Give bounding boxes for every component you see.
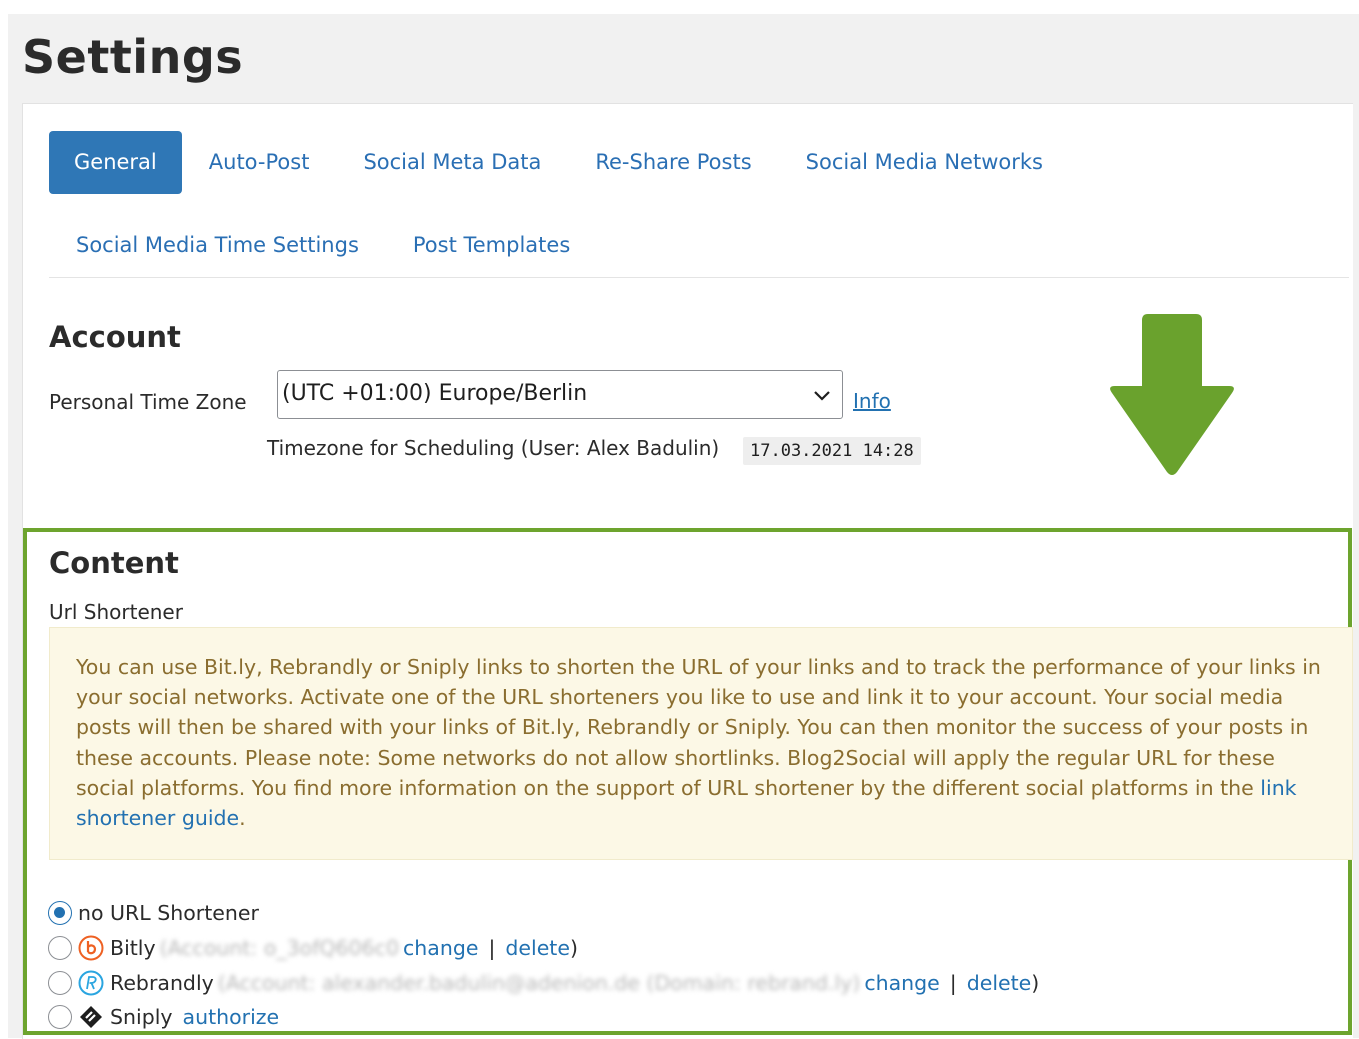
sniply-icon: [80, 1006, 102, 1028]
timezone-select-value: (UTC +01:00) Europe/Berlin: [282, 381, 588, 406]
rebrandly-delete-link[interactable]: delete: [967, 971, 1032, 995]
page-title: Settings: [22, 30, 244, 84]
separator: |: [949, 971, 957, 995]
radio-rebrandly[interactable]: [48, 971, 72, 995]
arrow-down-icon: [1110, 314, 1234, 475]
option-bitly[interactable]: Bitly (Account: o_3ofQ606c0 change | del…: [48, 935, 578, 961]
content-heading: Content: [49, 546, 179, 580]
closing-paren: ): [569, 936, 578, 960]
rebrandly-account: (Account: alexander.badulin@adenion.de (…: [217, 971, 861, 995]
tab-divider: [49, 277, 1349, 278]
scheduling-time: 17.03.2021 14:28: [743, 437, 921, 465]
option-label: Sniply: [110, 1005, 173, 1029]
sniply-authorize-link[interactable]: authorize: [183, 1005, 280, 1029]
account-heading: Account: [49, 320, 181, 354]
tab-social-media-networks[interactable]: Social Media Networks: [779, 131, 1070, 194]
bitly-icon: [78, 935, 104, 961]
bitly-account: (Account: o_3ofQ606c0: [159, 936, 399, 960]
option-rebrandly[interactable]: Rebrandly (Account: alexander.badulin@ad…: [48, 970, 1039, 996]
option-label: Bitly: [110, 936, 156, 960]
radio-bitly[interactable]: [48, 936, 72, 960]
closing-paren: ): [1031, 971, 1040, 995]
option-no-shortener[interactable]: no URL Shortener: [48, 901, 259, 925]
tab-re-share-posts[interactable]: Re-Share Posts: [568, 131, 778, 194]
separator: |: [488, 936, 496, 960]
rebrandly-change-link[interactable]: change: [864, 971, 939, 995]
timezone-select[interactable]: (UTC +01:00) Europe/Berlin: [277, 370, 843, 419]
tabs-row-1: General Auto-Post Social Meta Data Re-Sh…: [49, 131, 1070, 194]
url-shortener-label: Url Shortener: [49, 600, 183, 624]
tab-general[interactable]: General: [49, 131, 182, 194]
tab-social-media-time-settings[interactable]: Social Media Time Settings: [49, 214, 386, 277]
timezone-label: Personal Time Zone: [49, 390, 247, 414]
bitly-change-link[interactable]: change: [403, 936, 478, 960]
option-label: Rebrandly: [110, 971, 214, 995]
scheduling-note: Timezone for Scheduling (User: Alex Badu…: [267, 436, 720, 460]
info-link[interactable]: Info: [853, 389, 891, 413]
option-label: no URL Shortener: [78, 901, 259, 925]
option-sniply[interactable]: Sniply authorize: [48, 1004, 279, 1030]
url-shortener-notice: You can use Bit.ly, Rebrandly or Sniply …: [49, 627, 1353, 860]
settings-panel: General Auto-Post Social Meta Data Re-Sh…: [22, 103, 1353, 1039]
tab-social-meta-data[interactable]: Social Meta Data: [336, 131, 568, 194]
bitly-delete-link[interactable]: delete: [505, 936, 570, 960]
chevron-down-icon: [814, 391, 830, 401]
radio-sniply[interactable]: [48, 1005, 72, 1029]
tab-post-templates[interactable]: Post Templates: [386, 214, 597, 277]
tab-auto-post[interactable]: Auto-Post: [182, 131, 337, 194]
rebrandly-icon: [78, 970, 104, 996]
tabs-row-2: Social Media Time Settings Post Template…: [49, 214, 597, 277]
notice-text: You can use Bit.ly, Rebrandly or Sniply …: [76, 655, 1321, 831]
radio-no-shortener[interactable]: [48, 901, 72, 925]
